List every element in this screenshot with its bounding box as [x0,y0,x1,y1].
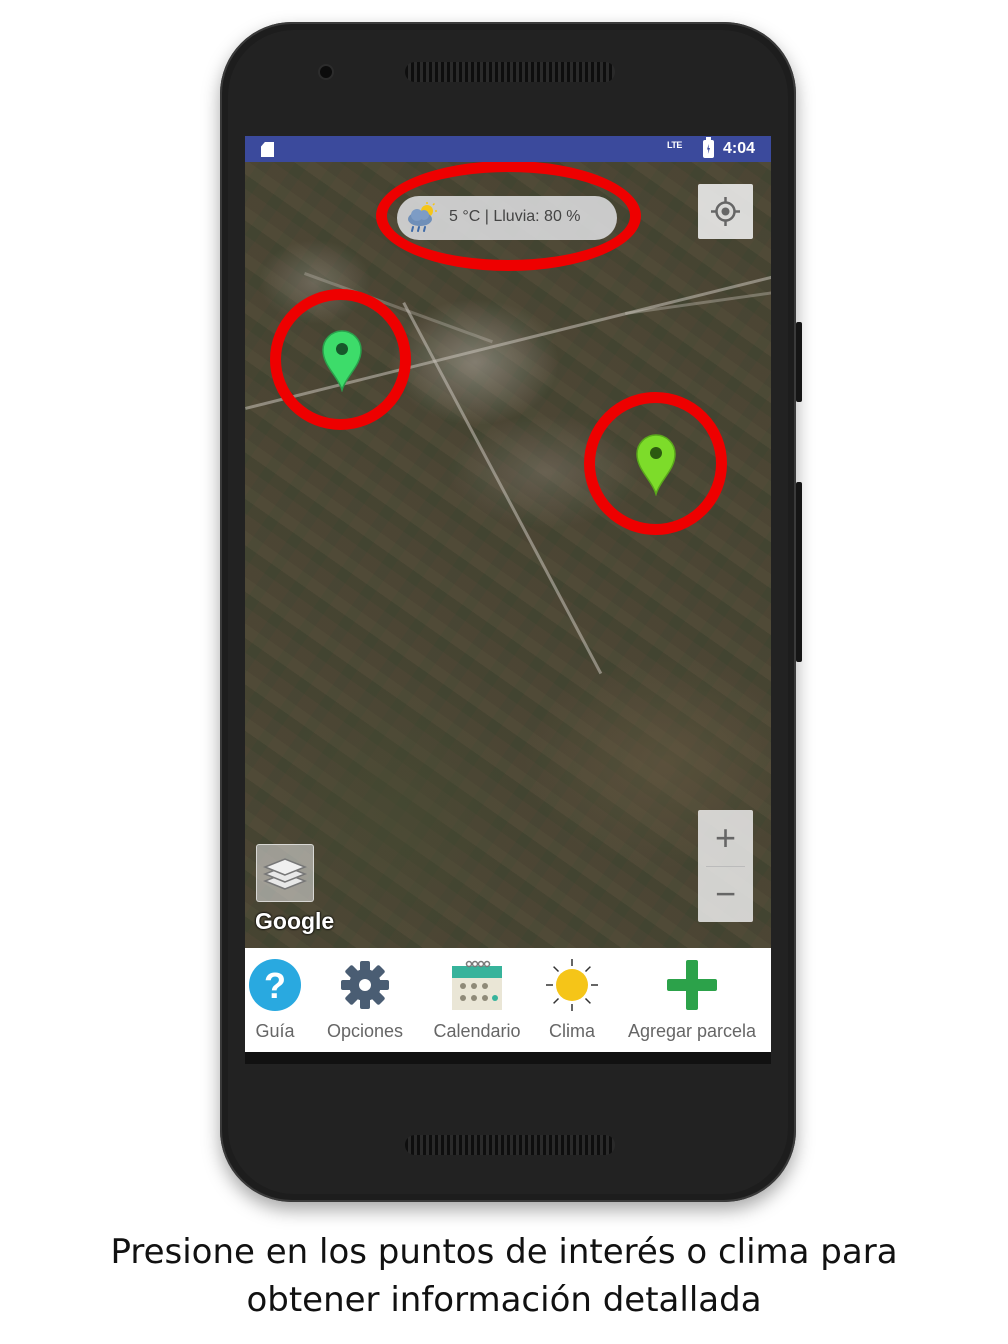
zoom-out-button[interactable]: − [698,866,753,922]
plus-icon [667,960,717,1010]
marker-highlight-circle [584,392,727,535]
network-indicator: LTE [667,140,682,150]
caption-line-1: Presione en los puntos de interés o clim… [110,1232,898,1272]
weather-highlight-circle [376,162,641,271]
top-speaker [405,62,615,82]
crosshair-icon [711,197,740,226]
zoom-control: + − [698,810,753,922]
svg-text:?: ? [264,965,286,1006]
map-road [402,302,603,675]
screen-bottom-edge [245,1052,771,1064]
nav-clima[interactable]: Clima [537,948,607,1052]
instruction-caption: Presione en los puntos de interés o clim… [0,1228,1008,1324]
nav-label: Guía [255,1021,295,1041]
volume-button [796,482,802,662]
sd-card-icon [261,142,274,157]
layers-icon [262,858,308,890]
nav-label: Opciones [326,1021,404,1041]
front-camera [320,66,332,78]
map-layers-button[interactable] [256,844,314,902]
nav-opciones[interactable]: Opciones [315,948,415,1052]
marker-highlight-circle [270,289,411,430]
calendar-icon [452,960,502,1010]
satellite-map[interactable]: 5 °C | Lluvia: 80 % Google + − [245,162,771,948]
my-location-button[interactable] [698,184,753,239]
caption-line-2: obtener información detallada [246,1280,762,1320]
power-button [796,322,802,402]
nav-guia[interactable]: ? Guía [245,948,305,1052]
phone-screen: LTE 4:04 5 °C | Lluvia: 80 % Google + − … [245,136,771,1064]
bottom-speaker [405,1135,615,1155]
nav-label: Agregar parcela [627,1021,757,1041]
battery-charging-icon [703,137,714,158]
nav-label: Calendario [433,1021,521,1041]
sun-icon [546,959,598,1011]
help-icon: ? [249,959,301,1011]
status-time: 4:04 [723,140,756,157]
nav-agregar-parcela[interactable]: Agregar parcela [617,948,767,1052]
zoom-in-button[interactable]: + [698,810,753,866]
google-attribution: Google [255,908,335,934]
status-bar: LTE 4:04 [245,136,771,162]
nav-label: Clima [548,1021,595,1041]
gear-icon [341,961,389,1009]
nav-calendario[interactable]: Calendario [425,948,529,1052]
bottom-navigation: ? Guía Opciones Calendario Clima Agregar… [245,948,771,1052]
